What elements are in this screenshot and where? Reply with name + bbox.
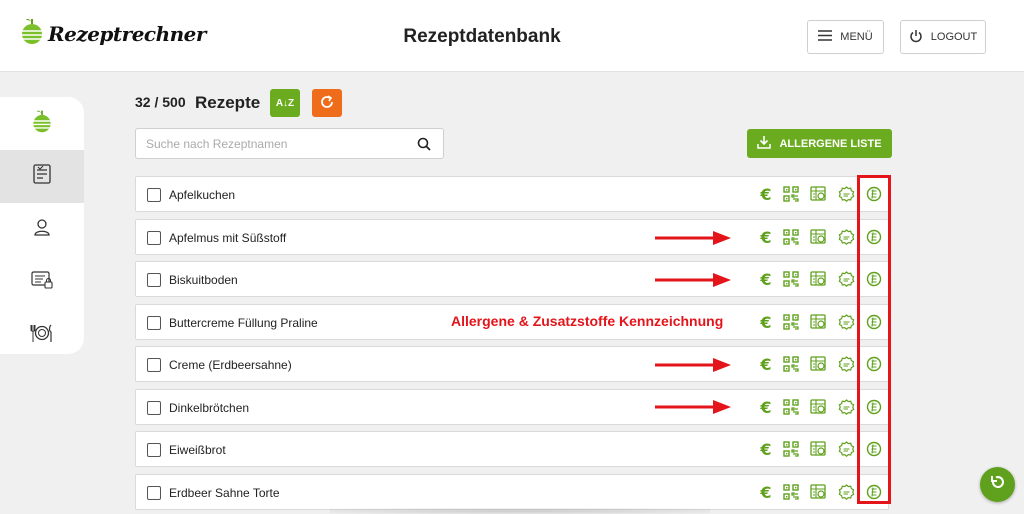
red-arrow xyxy=(655,231,731,245)
red-arrow xyxy=(655,358,731,372)
recipe-checkbox[interactable] xyxy=(147,358,161,372)
id-card-lock-icon xyxy=(31,271,53,294)
nutrition-label-icon[interactable] xyxy=(808,227,828,247)
nutrition-label-icon[interactable] xyxy=(808,482,828,502)
sidebar xyxy=(0,97,84,354)
logout-label: LOGOUT xyxy=(930,31,978,43)
certificate-badge-icon[interactable] xyxy=(836,482,856,502)
certificate-badge-icon[interactable] xyxy=(836,397,856,417)
recipe-name[interactable]: Apfelmus mit Süßstoff xyxy=(169,231,286,245)
qr-code-icon[interactable] xyxy=(781,439,801,459)
power-icon xyxy=(909,29,923,46)
red-arrow xyxy=(655,400,731,414)
euro-icon[interactable]: € xyxy=(756,269,776,289)
euro-icon[interactable]: € xyxy=(756,312,776,332)
recipe-row[interactable]: Biskuitboden € xyxy=(135,261,889,297)
search-icon[interactable] xyxy=(417,137,431,156)
recipe-checkbox[interactable] xyxy=(147,401,161,415)
recipe-count-label: Rezepte xyxy=(195,93,261,112)
sidebar-item-recipes[interactable] xyxy=(0,150,84,203)
recipe-name[interactable]: Biskuitboden xyxy=(169,273,238,287)
sort-az-icon: A↓Z xyxy=(275,97,295,109)
nutrition-label-icon[interactable] xyxy=(808,184,828,204)
download-icon xyxy=(757,135,772,152)
red-arrow xyxy=(655,273,731,287)
recipe-count: 32 / 500 xyxy=(135,94,186,110)
refresh-button[interactable] xyxy=(312,89,342,117)
nutrition-label-icon[interactable] xyxy=(808,397,828,417)
hamburger-icon xyxy=(818,30,833,44)
qr-code-icon[interactable] xyxy=(781,269,801,289)
recipe-checkbox[interactable] xyxy=(147,273,161,287)
sidebar-item-profile[interactable] xyxy=(0,203,84,256)
undo-fab-button[interactable] xyxy=(980,467,1015,502)
user-icon xyxy=(33,218,51,241)
certificate-badge-icon[interactable] xyxy=(836,439,856,459)
recipe-name[interactable]: Erdbeer Sahne Torte xyxy=(169,486,280,500)
qr-code-icon[interactable] xyxy=(781,482,801,502)
search-field[interactable] xyxy=(135,128,444,159)
certificate-badge-icon[interactable] xyxy=(836,184,856,204)
apple-logo-icon xyxy=(31,108,53,139)
recipe-name[interactable]: Apfelkuchen xyxy=(169,188,235,202)
recipe-name[interactable]: Dinkelbrötchen xyxy=(169,401,249,415)
qr-code-icon[interactable] xyxy=(781,184,801,204)
certificate-badge-icon[interactable] xyxy=(836,312,856,332)
recipe-row[interactable]: Apfelkuchen € xyxy=(135,176,889,212)
allergen-highlight-box xyxy=(857,175,891,504)
cutlery-plate-icon xyxy=(30,323,54,348)
nutrition-label-icon[interactable] xyxy=(808,439,828,459)
euro-icon[interactable]: € xyxy=(756,482,776,502)
nutrition-label-icon[interactable] xyxy=(808,354,828,374)
allergen-list-button[interactable]: ALLERGENE LISTE xyxy=(747,129,892,158)
recipe-row[interactable]: Eiweißbrot € xyxy=(135,431,889,467)
nutrition-label-icon[interactable] xyxy=(808,312,828,332)
recipe-row[interactable]: Apfelmus mit Süßstoff € xyxy=(135,219,889,255)
recipe-checkbox[interactable] xyxy=(147,443,161,457)
euro-icon[interactable]: € xyxy=(756,354,776,374)
sidebar-item-dining[interactable] xyxy=(0,309,84,354)
recipe-checkbox[interactable] xyxy=(147,316,161,330)
certificate-badge-icon[interactable] xyxy=(836,227,856,247)
top-header: Rezeptrechner Rezeptdatenbank MENÜ LOGOU… xyxy=(0,0,1024,72)
qr-code-icon[interactable] xyxy=(781,312,801,332)
certificate-badge-icon[interactable] xyxy=(836,354,856,374)
recipe-row[interactable]: Dinkelbrötchen € xyxy=(135,389,889,425)
euro-icon[interactable]: € xyxy=(756,397,776,417)
qr-code-icon[interactable] xyxy=(781,354,801,374)
sort-az-button[interactable]: A↓Z xyxy=(270,89,300,117)
euro-icon[interactable]: € xyxy=(756,184,776,204)
annotation-text: Allergene & Zusatzstoffe Kennzeichnung xyxy=(451,313,724,329)
menu-button[interactable]: MENÜ xyxy=(807,20,884,54)
certificate-badge-icon[interactable] xyxy=(836,269,856,289)
recipe-list-icon xyxy=(33,164,51,189)
search-input[interactable] xyxy=(146,135,406,153)
nutrition-label-icon[interactable] xyxy=(808,269,828,289)
recipe-name[interactable]: Buttercreme Füllung Praline xyxy=(169,316,318,330)
allergen-list-label: ALLERGENE LISTE xyxy=(779,137,882,150)
undo-icon xyxy=(989,473,1007,496)
recipe-checkbox[interactable] xyxy=(147,188,161,202)
euro-icon[interactable]: € xyxy=(756,227,776,247)
refresh-icon xyxy=(320,94,334,112)
qr-code-icon[interactable] xyxy=(781,397,801,417)
qr-code-icon[interactable] xyxy=(781,227,801,247)
recipe-row[interactable]: Creme (Erdbeersahne) € xyxy=(135,346,889,382)
euro-icon[interactable]: € xyxy=(756,439,776,459)
recipe-name[interactable]: Eiweißbrot xyxy=(169,443,226,457)
bottom-shadow xyxy=(330,508,710,514)
recipe-name[interactable]: Creme (Erdbeersahne) xyxy=(169,358,292,372)
recipe-row[interactable]: Erdbeer Sahne Torte € xyxy=(135,474,889,510)
recipe-checkbox[interactable] xyxy=(147,231,161,245)
menu-label: MENÜ xyxy=(840,31,873,43)
sidebar-item-access[interactable] xyxy=(0,256,84,309)
sidebar-item-home[interactable] xyxy=(0,97,84,150)
logout-button[interactable]: LOGOUT xyxy=(900,20,986,54)
recipe-checkbox[interactable] xyxy=(147,486,161,500)
